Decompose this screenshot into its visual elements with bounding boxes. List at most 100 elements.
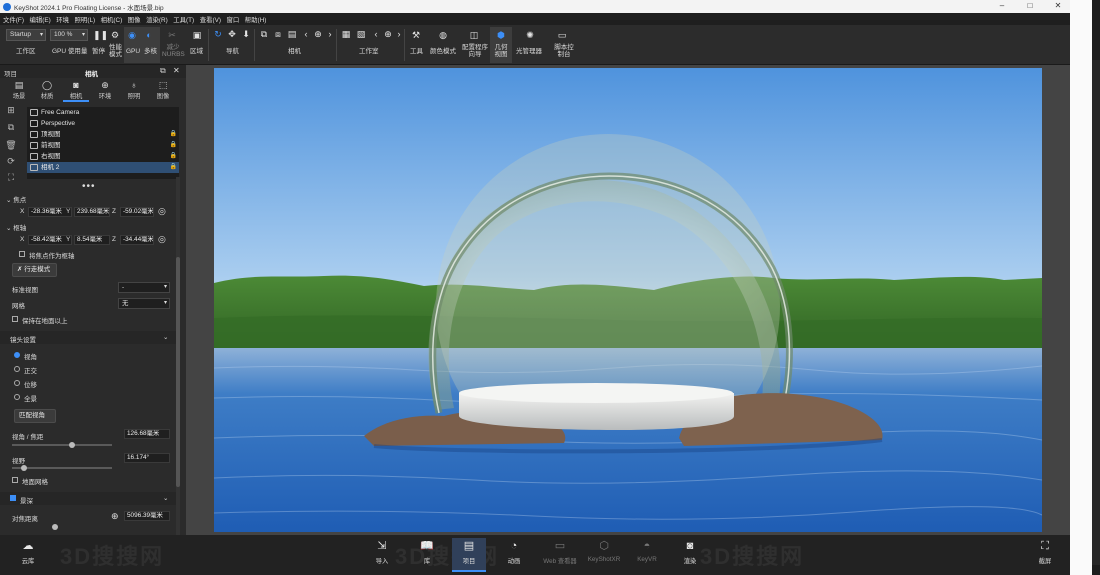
script-console-button[interactable]: 脚本控制台 (553, 44, 575, 58)
angle-focal-slider-knob[interactable] (69, 442, 75, 448)
lens-panorama-radio[interactable] (14, 394, 20, 400)
tab-scene[interactable]: ▤ 场景 (6, 80, 32, 102)
studio-icon-1[interactable]: ▦ (340, 28, 352, 40)
lens-shift-radio[interactable] (14, 380, 20, 386)
camera-next-icon[interactable]: › (324, 28, 336, 40)
minimize-icon[interactable]: – (988, 0, 1016, 13)
tools-button[interactable]: 工具 (410, 48, 423, 55)
reduce-nurbs-button[interactable]: 减少NURBS (162, 44, 185, 58)
keyshotxr-button[interactable]: ⬡ KeyShotXR (584, 538, 624, 572)
camera-item[interactable]: 顶视图 🔒 (27, 129, 179, 140)
focal-point-section[interactable]: ⌄ 焦点 (6, 194, 26, 204)
cloud-library-button[interactable]: ☁ 云库 (11, 538, 45, 572)
menu-lighting[interactable]: 照明(L) (75, 15, 96, 24)
add-camera-icon[interactable]: ⊞ (5, 105, 17, 117)
focal-pick-icon[interactable]: ◎ (158, 206, 166, 217)
geometry-view-icon[interactable]: ⬢ (495, 29, 507, 41)
animation-button[interactable]: ◔ 动画 (497, 538, 531, 572)
geometry-view-button[interactable]: 几何视图 (492, 44, 510, 58)
pause-button[interactable]: 暂停 (92, 48, 105, 55)
dof-checkbox[interactable] (10, 495, 16, 501)
gpu-button[interactable]: GPU (126, 48, 140, 55)
keyvr-button[interactable]: ◓ KeyVR (630, 538, 664, 572)
focal-z-input[interactable]: -59.02毫米 (120, 207, 154, 217)
pivot-z-input[interactable]: -34.44毫米 (120, 235, 154, 245)
dof-header[interactable]: 景深 ⌄ (0, 492, 176, 505)
lens-settings-header[interactable]: 镜头设置 ⌄ (0, 331, 176, 344)
multicore-button[interactable]: 多核 (144, 48, 157, 55)
grid-select[interactable]: 无 (118, 298, 170, 309)
menu-view[interactable]: 查看(V) (200, 15, 221, 24)
pivot-y-input[interactable]: 8.54毫米 (74, 235, 110, 245)
lock-icon[interactable]: 🔒 (170, 140, 177, 151)
pause-icon[interactable]: ❚❚ (93, 29, 108, 41)
camera-icon-2[interactable]: ⧈ (272, 28, 284, 40)
tab-lighting[interactable]: ♁ 照明 (121, 80, 147, 102)
tab-environment[interactable]: ⊕ 环境 (92, 80, 118, 102)
camera-item[interactable]: 前视图 🔒 (27, 140, 179, 151)
ground-grid-checkbox[interactable] (12, 477, 18, 483)
performance-mode-button[interactable]: 性能模式 (107, 44, 124, 58)
studio-icon-2[interactable]: ▧ (355, 28, 367, 40)
menu-camera[interactable]: 相机(C) (101, 15, 123, 24)
focus-distance-slider-knob[interactable] (52, 524, 58, 530)
use-focus-pivot-checkbox[interactable] (19, 251, 25, 257)
color-mode-button[interactable]: 颜色模式 (430, 48, 456, 55)
camera-settings-icon[interactable]: ⛶ (5, 172, 17, 184)
camera-item[interactable]: Perspective (27, 118, 179, 129)
angle-focal-slider[interactable] (12, 444, 112, 446)
lock-icon[interactable]: 🔒 (170, 151, 177, 162)
menu-environment[interactable]: 环境 (56, 15, 69, 24)
delete-camera-icon[interactable]: 🗑 (5, 140, 17, 152)
lock-icon[interactable]: 🔒 (170, 129, 177, 140)
project-button[interactable]: ▤ 项目 (452, 538, 486, 572)
camera-item-selected[interactable]: 相机 2 🔒 (27, 162, 179, 173)
keep-above-ground-checkbox[interactable] (12, 316, 18, 322)
menu-render[interactable]: 渲染(R) (146, 15, 168, 24)
standard-view-select[interactable]: - (118, 282, 170, 293)
focal-y-input[interactable]: 239.68毫米 (74, 207, 110, 217)
menu-help[interactable]: 帮助(H) (245, 15, 267, 24)
gpu-icon[interactable]: ◉ (126, 29, 138, 41)
multicore-icon[interactable]: ◐ (143, 29, 155, 41)
pivot-section[interactable]: ⌄ 枢轴 (6, 222, 26, 232)
menu-edit[interactable]: 编辑(E) (29, 15, 50, 24)
fov-slider-knob[interactable] (21, 465, 27, 471)
lens-orthographic-radio[interactable] (14, 366, 20, 372)
panel-undock-icon[interactable]: ⧉ (160, 66, 166, 76)
fov-input[interactable]: 16.174° (124, 453, 170, 463)
camera-item[interactable]: Free Camera (27, 107, 179, 118)
performance-icon[interactable]: ⚙ (109, 29, 121, 41)
camera-icon-3[interactable]: ▤ (286, 28, 298, 40)
reset-camera-icon[interactable]: ⟳ (5, 156, 17, 168)
render-viewport[interactable] (186, 65, 1070, 535)
lens-perspective-radio[interactable] (14, 352, 20, 358)
duplicate-camera-icon[interactable]: ⧉ (5, 122, 17, 134)
focus-pick-icon[interactable]: ⊕ (111, 511, 119, 522)
import-button[interactable]: ⇲ 导入 (365, 538, 399, 572)
script-console-icon[interactable]: ▭ (556, 29, 568, 41)
rotate-icon[interactable]: ↻ (212, 28, 224, 40)
render-button[interactable]: ◙ 渲染 (673, 538, 707, 572)
tab-camera[interactable]: ◙ 相机 (63, 80, 89, 102)
dolly-icon[interactable]: ⬇ (240, 28, 252, 40)
camera-item[interactable]: 右视图 🔒 (27, 151, 179, 162)
walk-mode-button[interactable]: ✗ 行走模式 (12, 263, 57, 277)
tools-icon[interactable]: ⚒ (410, 29, 422, 41)
focus-distance-input[interactable]: 5096.39毫米 (124, 511, 170, 521)
zoom-select[interactable]: 100 % (50, 29, 88, 41)
panel-scrollbar-thumb[interactable] (176, 257, 180, 487)
camera-prev-icon[interactable]: ‹ (300, 28, 312, 40)
maximize-icon[interactable]: □ (1016, 0, 1044, 13)
region-button[interactable]: 区域 (190, 48, 203, 55)
light-manager-icon[interactable]: ✺ (524, 29, 536, 41)
light-manager-button[interactable]: 光管理器 (516, 48, 542, 55)
match-perspective-button[interactable]: 匹配视角 (14, 409, 56, 423)
pivot-pick-icon[interactable]: ◎ (158, 234, 166, 245)
reduce-nurbs-icon[interactable]: ✂ (166, 29, 178, 41)
tab-material[interactable]: ◯ 材质 (34, 80, 60, 102)
menu-file[interactable]: 文件(F) (3, 15, 24, 24)
web-viewer-button[interactable]: ▭ Web 查看器 (540, 538, 580, 572)
menu-tools[interactable]: 工具(T) (173, 15, 194, 24)
move-icon[interactable]: ✥ (226, 28, 238, 40)
